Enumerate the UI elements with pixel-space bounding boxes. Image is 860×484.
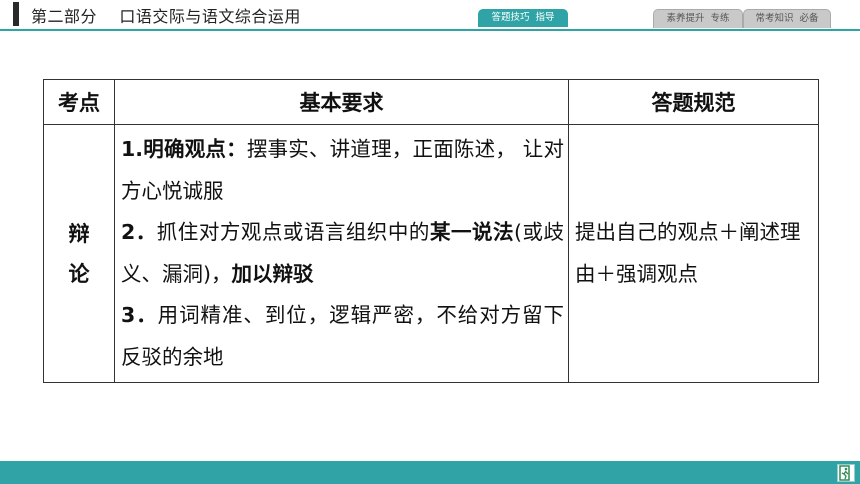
requirement-text: 用词精准、到位，逻辑严密，不给对方留下反驳的余地	[121, 303, 565, 369]
tab-answer-skills[interactable]: 答题技巧 指导	[478, 9, 568, 27]
tab-common-knowledge[interactable]: 常考知识 必备	[743, 9, 831, 28]
topic-cell: 辩 论	[43, 124, 115, 383]
requirement-number: 3．	[121, 303, 158, 327]
topic-char: 辩	[68, 221, 90, 246]
requirement-text: 抓住对方观点或语言组织中的	[156, 220, 430, 244]
bottom-bar	[0, 461, 860, 484]
table-row: 辩 论 1.明确观点：摆事实、讲道理，正面陈述， 让对方心悦诚服 2．抓住对方观…	[43, 124, 819, 383]
specification-cell: 提出自己的观点＋阐述理由＋强调观点	[568, 124, 819, 383]
header-marker	[13, 2, 19, 26]
header-topic: 考点	[43, 79, 115, 125]
content-table: 考点 基本要求 答题规范 辩 论 1.明确观点：摆事实、讲道理，正面陈述， 让对…	[43, 79, 819, 383]
section-title: 第二部分 口语交际与语文综合运用	[31, 7, 301, 26]
topic-char: 论	[68, 261, 90, 286]
requirement-item: 3．用词精准、到位，逻辑严密，不给对方留下反驳的余地	[121, 295, 564, 378]
requirement-bold: 加以辩驳	[231, 261, 314, 286]
requirement-item: 1.明确观点：摆事实、讲道理，正面陈述， 让对方心悦诚服	[121, 129, 564, 212]
requirements-cell: 1.明确观点：摆事实、讲道理，正面陈述， 让对方心悦诚服 2．抓住对方观点或语言…	[114, 124, 569, 383]
exit-icon[interactable]	[837, 464, 855, 482]
requirement-item: 2．抓住对方观点或语言组织中的某一说法(或歧义、漏洞)，加以辩驳	[121, 212, 564, 295]
requirement-number: 2．	[121, 220, 157, 244]
header-requirements: 基本要求	[114, 79, 569, 125]
requirement-number: 1.	[121, 137, 144, 161]
requirement-bold: 明确观点：	[143, 137, 247, 161]
table-header-row: 考点 基本要求 答题规范	[43, 79, 819, 125]
requirement-bold: 某一说法	[429, 220, 514, 244]
header-specification: 答题规范	[568, 79, 819, 125]
tab-literacy-practice[interactable]: 素养提升 专练	[653, 9, 743, 28]
top-header: 第二部分 口语交际与语文综合运用 答题技巧 指导 素养提升 专练 常考知识 必备	[0, 0, 860, 31]
header-divider	[0, 29, 860, 31]
